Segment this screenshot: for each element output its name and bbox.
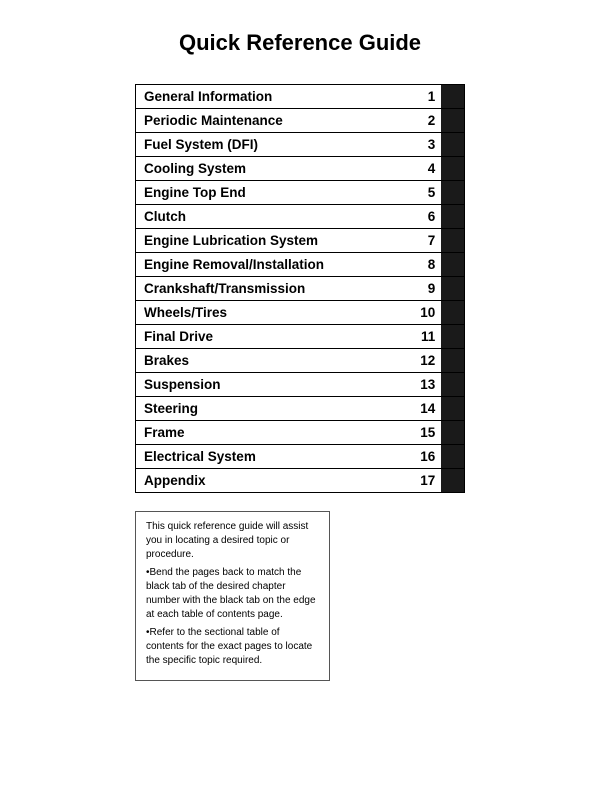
table-row: Brakes12 [136, 349, 465, 373]
row-label: Electrical System [136, 445, 410, 469]
table-row: Fuel System (DFI)3 [136, 133, 465, 157]
row-number: 7 [410, 229, 442, 253]
row-tab [441, 109, 464, 133]
row-number: 8 [410, 253, 442, 277]
page-title: Quick Reference Guide [179, 30, 421, 56]
table-row: Cooling System4 [136, 157, 465, 181]
table-row: Periodic Maintenance2 [136, 109, 465, 133]
info-line3: •Refer to the sectional table of content… [146, 626, 319, 668]
row-number: 10 [410, 301, 442, 325]
table-row: Electrical System16 [136, 445, 465, 469]
row-label: Wheels/Tires [136, 301, 410, 325]
info-line2: •Bend the pages back to match the black … [146, 566, 319, 622]
row-label: Engine Top End [136, 181, 410, 205]
row-label: Engine Lubrication System [136, 229, 410, 253]
row-tab [441, 253, 464, 277]
row-number: 2 [410, 109, 442, 133]
row-number: 13 [410, 373, 442, 397]
row-tab [441, 301, 464, 325]
row-label: Frame [136, 421, 410, 445]
row-tab [441, 277, 464, 301]
row-label: Periodic Maintenance [136, 109, 410, 133]
row-tab [441, 133, 464, 157]
table-row: Engine Removal/Installation8 [136, 253, 465, 277]
table-row: Frame15 [136, 421, 465, 445]
row-label: Steering [136, 397, 410, 421]
row-label: General Information [136, 85, 410, 109]
table-row: Engine Lubrication System7 [136, 229, 465, 253]
row-label: Clutch [136, 205, 410, 229]
table-row: General Information1 [136, 85, 465, 109]
row-label: Final Drive [136, 325, 410, 349]
row-tab [441, 85, 464, 109]
info-line1: This quick reference guide will assist y… [146, 520, 319, 562]
row-number: 4 [410, 157, 442, 181]
row-label: Appendix [136, 469, 410, 493]
row-tab [441, 469, 464, 493]
bottom-section: This quick reference guide will assist y… [135, 511, 465, 681]
row-number: 16 [410, 445, 442, 469]
row-tab [441, 421, 464, 445]
table-row: Engine Top End5 [136, 181, 465, 205]
info-box: This quick reference guide will assist y… [135, 511, 330, 681]
row-number: 3 [410, 133, 442, 157]
row-number: 6 [410, 205, 442, 229]
row-number: 17 [410, 469, 442, 493]
row-tab [441, 349, 464, 373]
table-row: Clutch6 [136, 205, 465, 229]
row-label: Brakes [136, 349, 410, 373]
table-row: Final Drive11 [136, 325, 465, 349]
table-row: Crankshaft/Transmission9 [136, 277, 465, 301]
table-row: Appendix17 [136, 469, 465, 493]
row-number: 12 [410, 349, 442, 373]
row-tab [441, 181, 464, 205]
table-row: Steering14 [136, 397, 465, 421]
row-tab [441, 373, 464, 397]
row-number: 15 [410, 421, 442, 445]
row-tab [441, 205, 464, 229]
row-tab [441, 397, 464, 421]
row-tab [441, 229, 464, 253]
row-label: Suspension [136, 373, 410, 397]
row-label: Fuel System (DFI) [136, 133, 410, 157]
row-number: 1 [410, 85, 442, 109]
row-tab [441, 157, 464, 181]
row-number: 9 [410, 277, 442, 301]
row-label: Cooling System [136, 157, 410, 181]
row-number: 14 [410, 397, 442, 421]
row-tab [441, 445, 464, 469]
row-label: Engine Removal/Installation [136, 253, 410, 277]
row-number: 11 [410, 325, 442, 349]
reference-table: General Information1Periodic Maintenance… [135, 84, 465, 493]
row-number: 5 [410, 181, 442, 205]
row-label: Crankshaft/Transmission [136, 277, 410, 301]
table-row: Suspension13 [136, 373, 465, 397]
table-row: Wheels/Tires10 [136, 301, 465, 325]
row-tab [441, 325, 464, 349]
